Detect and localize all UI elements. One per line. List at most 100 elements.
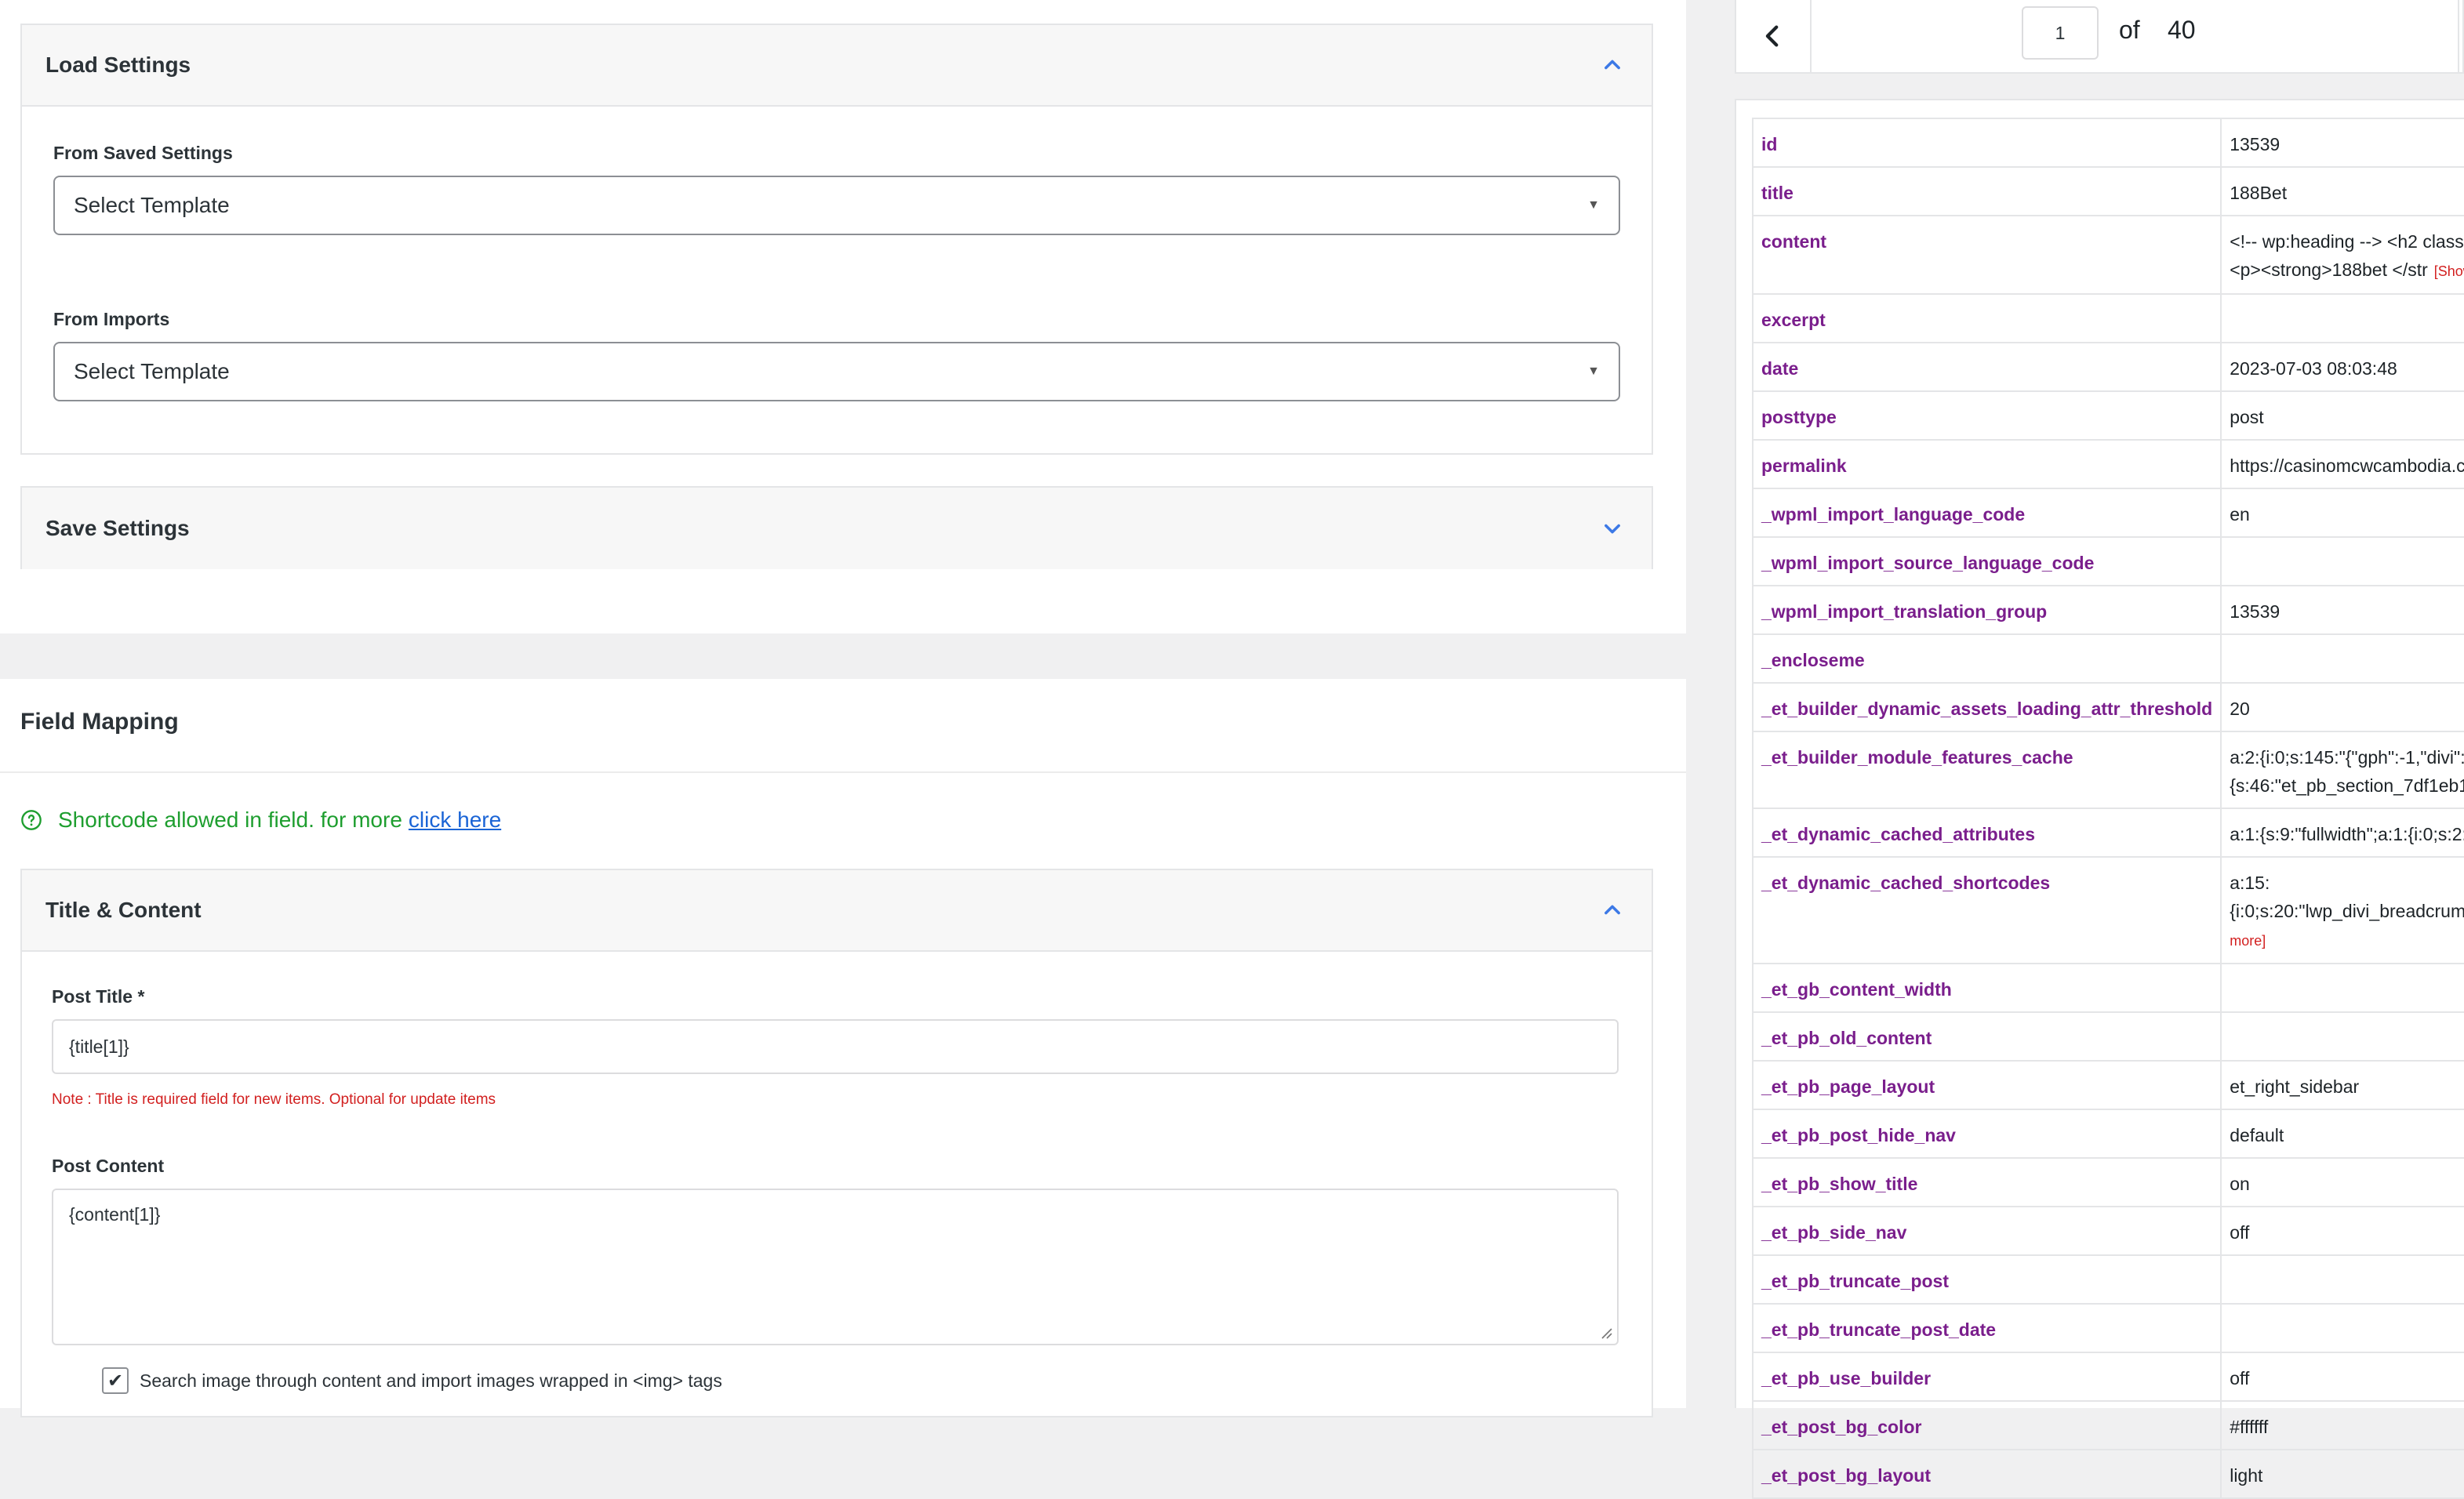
page-total: 40 (2168, 16, 2196, 44)
search-images-label: Search image through content and import … (140, 1370, 722, 1391)
search-images-checkbox[interactable]: ✔ (102, 1367, 129, 1394)
load-settings-title: Load Settings (45, 53, 191, 77)
chevron-up-icon[interactable] (1597, 49, 1628, 81)
field-key: _et_pb_truncate_post (1751, 1254, 2222, 1305)
table-row: _et_pb_truncate_post (1751, 1254, 2464, 1305)
table-row: _et_post_bg_layout light (1751, 1449, 2464, 1499)
field-key: _et_pb_truncate_post_date (1751, 1303, 2222, 1353)
field-key: permalink (1751, 439, 2222, 489)
field-key: _et_builder_module_features_cache (1751, 731, 2222, 809)
field-value (2220, 1011, 2464, 1062)
field-value: <!-- wp:heading --> <h2 class=" <p><stron… (2220, 215, 2464, 295)
imports-template-value: Select Template (74, 359, 230, 383)
shortcode-hint: Shortcode allowed in field. for more cli… (20, 808, 501, 833)
show-more-link[interactable]: more] (2230, 933, 2266, 949)
field-value: light (2220, 1449, 2464, 1499)
import-settings-column: Load Settings From Saved Settings Select… (0, 0, 1686, 1417)
field-value-continued: {i:0;s:20:"lwp_divi_breadcrumb (2230, 901, 2464, 921)
field-value: https://casinomcwcambodia.c (2220, 439, 2464, 489)
table-row: _et_pb_show_title on (1751, 1157, 2464, 1207)
table-row: _et_builder_dynamic_assets_loading_attr_… (1751, 682, 2464, 732)
field-value: a:1:{s:9:"fullwidth";a:1:{i:0;s:2:" (2220, 808, 2464, 858)
field-key: _et_post_bg_color (1751, 1400, 2222, 1450)
field-key: _et_gb_content_width (1751, 963, 2222, 1013)
field-key: _wpml_import_source_language_code (1751, 536, 2222, 586)
post-title-value: {title[1]} (69, 1036, 129, 1057)
field-value-line: {s:46:"et_pb_section_7df1eb1 (2230, 771, 2464, 800)
field-value-line: a:1:{s:9:"fullwidth";a:1:{i:0;s:2:" (2230, 824, 2464, 844)
save-settings-accordion: Save Settings (20, 486, 1653, 569)
table-row: posttype post (1751, 390, 2464, 441)
table-row: _et_dynamic_cached_attributes a:1:{s:9:"f… (1751, 808, 2464, 858)
show-more-link[interactable]: [Show (2434, 263, 2464, 279)
post-content-value: {content[1]} (69, 1204, 161, 1225)
click-here-link[interactable]: click here (409, 808, 501, 833)
field-value (2220, 1254, 2464, 1305)
table-row: _wpml_import_source_language_code (1751, 536, 2464, 586)
field-value-line: a:2:{i:0;s:145:"{"gph":-1,"divi":"4 (2230, 747, 2464, 768)
title-content-header[interactable]: Title & Content (22, 870, 1652, 952)
field-value: 20 (2220, 682, 2464, 732)
field-key: _wpml_import_language_code (1751, 488, 2222, 538)
table-row: _et_pb_old_content (1751, 1011, 2464, 1062)
field-value: 13539 (2220, 118, 2464, 168)
field-key: _et_pb_old_content (1751, 1011, 2222, 1062)
load-settings-header[interactable]: Load Settings (22, 25, 1652, 107)
field-value-line: light (2230, 1465, 2263, 1486)
imports-label: From Imports (53, 309, 170, 329)
checkmark-icon: ✔ (107, 1370, 124, 1392)
post-content-label: Post Content (52, 1156, 165, 1176)
field-value: 2023-07-03 08:03:48 (2220, 342, 2464, 392)
table-row: _et_pb_truncate_post_date (1751, 1303, 2464, 1353)
field-value-line: default (2230, 1125, 2284, 1145)
table-row: title 188Bet (1751, 166, 2464, 216)
page-number-input[interactable]: 1 (2022, 6, 2099, 60)
resize-grip-icon[interactable] (1598, 1325, 1612, 1339)
save-settings-header[interactable]: Save Settings (22, 488, 1652, 569)
field-mapping-title: Field Mapping (20, 709, 179, 735)
field-key: posttype (1751, 390, 2222, 441)
field-value-line: https://casinomcwcambodia.c (2230, 456, 2464, 476)
field-value-line: 13539 (2230, 601, 2280, 622)
field-key: _et_dynamic_cached_attributes (1751, 808, 2222, 858)
current-page: 1 (2055, 22, 2066, 43)
post-title-input[interactable]: {title[1]} (52, 1019, 1619, 1074)
table-row: _et_dynamic_cached_shortcodes a:15: {i:0;s… (1751, 856, 2464, 964)
field-value: 188Bet (2220, 166, 2464, 216)
table-row: _wpml_import_language_code en (1751, 488, 2464, 538)
field-value-line: a:15: (2230, 873, 2270, 893)
field-key: _et_pb_use_builder (1751, 1352, 2222, 1402)
field-value: #ffffff (2220, 1400, 2464, 1450)
field-value: post (2220, 390, 2464, 441)
field-key: id (1751, 118, 2222, 168)
previous-record-button[interactable] (1736, 0, 1812, 72)
table-row: _et_pb_page_layout et_right_sidebar (1751, 1060, 2464, 1110)
chevron-up-icon[interactable] (1597, 895, 1628, 926)
shortcode-hint-text: Shortcode allowed in field. for more (58, 808, 402, 832)
search-images-option[interactable]: ✔ Search image through content and impor… (102, 1367, 722, 1394)
field-value-line: <p><strong>188bet </str [Show (2230, 256, 2464, 285)
post-title-label: Post Title * (52, 986, 145, 1007)
field-value: a:15: {i:0;s:20:"lwp_divi_breadcrumb more] (2220, 856, 2464, 964)
field-value (2220, 293, 2464, 343)
saved-template-select[interactable]: Select Template ▼ (53, 176, 1620, 235)
next-record-button[interactable] (2458, 0, 2464, 72)
post-content-textarea[interactable]: {content[1]} (52, 1189, 1619, 1345)
field-value-line: {i:0;s:20:"lwp_divi_breadcrumb (2230, 897, 2464, 925)
chevron-down-icon[interactable] (1597, 513, 1628, 544)
title-required-note: Note : Title is required field for new i… (52, 1091, 496, 1108)
field-key: _et_post_bg_layout (1751, 1449, 2222, 1499)
table-row: id 13539 (1751, 118, 2464, 168)
field-key: _et_pb_page_layout (1751, 1060, 2222, 1110)
table-row: _et_builder_module_features_cache a:2:{i:… (1751, 731, 2464, 809)
table-row: _et_pb_side_nav off (1751, 1206, 2464, 1256)
record-pager: 1 of 40 (1735, 0, 2464, 74)
page-of-label: of (2119, 16, 2140, 44)
settings-panel: Load Settings From Saved Settings Select… (0, 0, 1686, 633)
field-value (2220, 633, 2464, 684)
table-row: _et_pb_use_builder off (1751, 1352, 2464, 1402)
imports-template-select[interactable]: Select Template ▼ (53, 342, 1620, 401)
field-value-line: <!-- wp:heading --> <h2 class=" (2230, 231, 2464, 252)
field-value-line: en (2230, 504, 2250, 524)
field-value-continued: {s:46:"et_pb_section_7df1eb1 (2230, 775, 2464, 796)
